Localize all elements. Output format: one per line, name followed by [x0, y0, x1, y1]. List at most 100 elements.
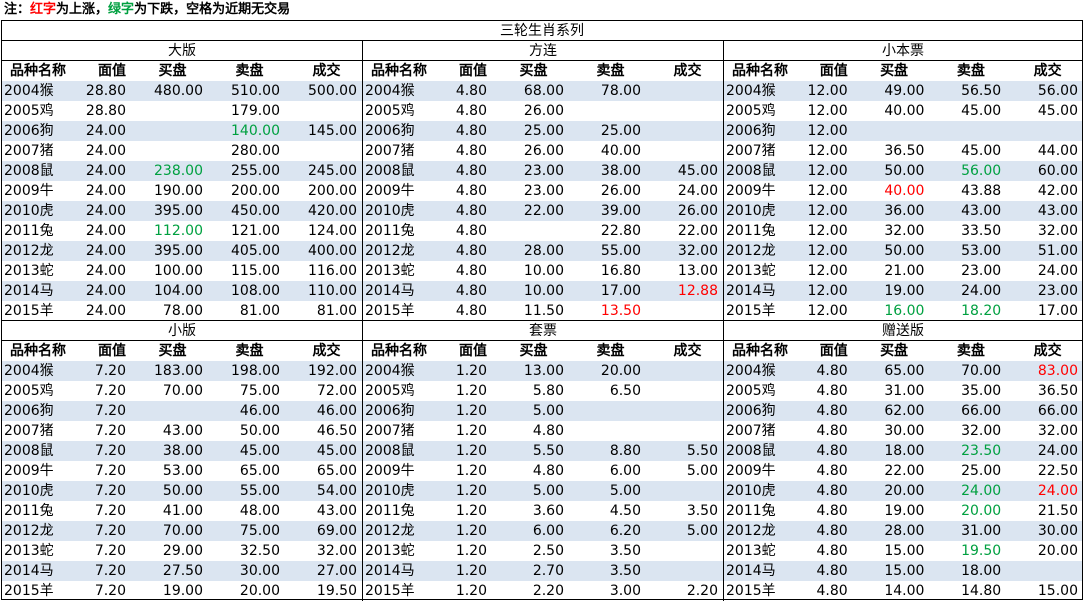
- cell-face: 1.20: [455, 543, 487, 559]
- table-row: 2006狗 12.00: [724, 121, 1082, 141]
- cell-name: 2015羊: [4, 583, 54, 599]
- cell-name: 2010虎: [726, 203, 776, 219]
- cell-buy: 78.00: [162, 303, 203, 319]
- cell-deal: 2.20: [686, 583, 718, 599]
- table-header: 品种名称 面值 买盘 卖盘 成交: [2, 61, 362, 81]
- cell-deal: [284, 101, 361, 121]
- cell-name: 2007猪: [4, 423, 54, 439]
- cell-name: 2012龙: [4, 523, 54, 539]
- note-red-word: 红字: [30, 2, 57, 17]
- cell-sell: 3.50: [609, 543, 641, 559]
- cell-name: 2007猪: [4, 143, 54, 159]
- column-header: 面值: [459, 343, 487, 359]
- column-header: 买盘: [158, 343, 187, 359]
- table-row: 2005鸡 28.80 179.00: [2, 101, 362, 121]
- cell-deal: 5.00: [686, 523, 718, 539]
- table-header: 品种名称 面值 买盘 卖盘 成交: [363, 341, 723, 361]
- cell-buy: 395.00: [154, 203, 203, 219]
- cell-deal: [645, 381, 722, 401]
- cell-name: 2005鸡: [365, 103, 415, 119]
- table-header: 品种名称 面值 买盘 卖盘 成交: [724, 61, 1082, 81]
- cell-sell: 18.20: [961, 303, 1002, 319]
- table-row: 2014马 4.80 10.00 17.00 12.88: [363, 281, 723, 301]
- cell-face: 1.20: [455, 363, 487, 379]
- cell-name: 2013蛇: [365, 543, 415, 559]
- cell-sell: 108.00: [231, 283, 280, 299]
- cell-name: 2006狗: [365, 403, 415, 419]
- column-header: 成交: [673, 63, 702, 79]
- cell-name: 2010虎: [4, 203, 54, 219]
- table-row: 2007猪 7.20 43.00 50.00 46.50: [2, 421, 362, 441]
- cell-deal: 43.00: [316, 503, 357, 519]
- cell-name: 2004猴: [365, 83, 415, 99]
- cell-sell: 6.50: [609, 383, 641, 399]
- column-header: 卖盘: [596, 343, 625, 359]
- table-row: 2004猴 4.80 68.00 78.00: [363, 81, 723, 101]
- cell-buy: 43.00: [162, 423, 203, 439]
- cell-deal: 192.00: [308, 363, 357, 379]
- cell-sell: 32.50: [239, 543, 280, 559]
- cell-face: 24.00: [85, 303, 126, 319]
- cell-sell: 20.00: [961, 503, 1002, 519]
- cell-buy: 50.00: [884, 243, 925, 259]
- cell-face: 4.80: [455, 263, 487, 279]
- cell-face: 4.80: [455, 143, 487, 159]
- table-row: 2015羊 4.80 11.50 13.50: [363, 301, 723, 321]
- cell-face: 7.20: [94, 443, 126, 459]
- column-header: 买盘: [880, 63, 909, 79]
- table-row: 2011兔 7.20 41.00 48.00 43.00: [2, 501, 362, 521]
- cell-buy: 65.00: [884, 363, 925, 379]
- cell-sell: 26.00: [600, 183, 641, 199]
- cell-sell: 5.00: [609, 483, 641, 499]
- table-row: 2005鸡 1.20 5.80 6.50: [363, 381, 723, 401]
- table-row: 2007猪 24.00 280.00: [2, 141, 362, 161]
- cell-name: 2006狗: [4, 123, 54, 139]
- cell-sell: 510.00: [231, 83, 280, 99]
- table-row: 2008鼠 12.00 50.00 56.00 60.00: [724, 161, 1082, 181]
- cell-deal: 83.00: [1037, 363, 1078, 379]
- cell-buy: 31.00: [884, 383, 925, 399]
- cell-deal: [645, 121, 722, 141]
- cell-buy: 16.00: [884, 303, 925, 319]
- cell-name: 2008鼠: [4, 163, 54, 179]
- cell-name: 2005鸡: [726, 383, 776, 399]
- cell-sell: 22.80: [600, 223, 641, 239]
- cell-buy: 15.00: [884, 563, 925, 579]
- cell-sell: 16.80: [600, 263, 641, 279]
- cell-deal: 26.00: [677, 203, 718, 219]
- table-row: 2006狗 7.20 46.00 46.00: [2, 401, 362, 421]
- table-row: 2012龙 4.80 28.00 31.00 30.00: [724, 521, 1082, 541]
- cell-buy: 70.00: [162, 383, 203, 399]
- cell-face: 4.80: [455, 163, 487, 179]
- cell-buy: 30.00: [884, 423, 925, 439]
- table-row: 2008鼠 4.80 18.00 23.50 24.00: [724, 441, 1082, 461]
- cell-face: 24.00: [85, 183, 126, 199]
- cell-name: 2014马: [726, 563, 776, 579]
- table-row: 2004猴 28.80 480.00 510.00 500.00: [2, 81, 362, 101]
- cell-sell: 53.00: [961, 243, 1002, 259]
- cell-buy: 68.00: [523, 83, 564, 99]
- column-header: 卖盘: [596, 63, 625, 79]
- cell-face: 4.80: [816, 403, 848, 419]
- note-middle: 为上涨，: [56, 2, 109, 17]
- table-row: 2006狗 1.20 5.00: [363, 401, 723, 421]
- table-row: 2010虎 1.20 5.00 5.00: [363, 481, 723, 501]
- cell-deal: 13.00: [677, 263, 718, 279]
- cell-deal: 45.00: [677, 163, 718, 179]
- cell-buy: 23.00: [523, 163, 564, 179]
- cell-face: 1.20: [455, 443, 487, 459]
- cell-buy: 50.00: [162, 483, 203, 499]
- cell-face: 1.20: [455, 383, 487, 399]
- cell-name: 2015羊: [365, 583, 415, 599]
- cell-name: 2007猪: [726, 423, 776, 439]
- cell-buy: 18.00: [884, 443, 925, 459]
- panel-title: 小版: [2, 321, 362, 341]
- table-row: 2012龙 24.00 395.00 405.00 400.00: [2, 241, 362, 261]
- cell-face: 24.00: [85, 203, 126, 219]
- cell-name: 2012龙: [4, 243, 54, 259]
- cell-name: 2009牛: [726, 183, 776, 199]
- cell-buy: [130, 121, 207, 141]
- panel-title: 小本票: [724, 41, 1082, 61]
- cell-deal: 32.00: [316, 543, 357, 559]
- column-header: 卖盘: [956, 343, 985, 359]
